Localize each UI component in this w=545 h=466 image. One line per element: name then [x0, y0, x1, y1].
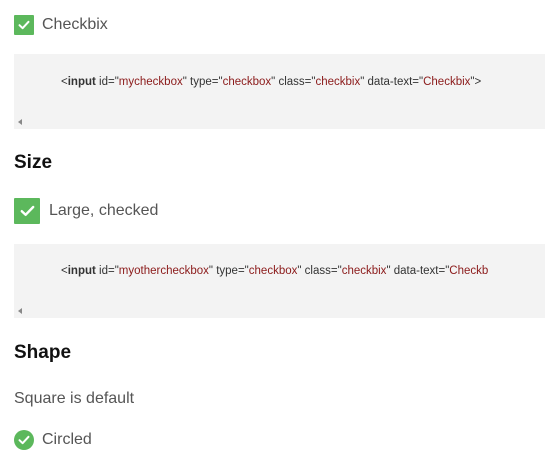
checkbox-label: Large, checked [49, 202, 159, 219]
code-block-large: <input id="myothercheckbox" type="checkb… [14, 244, 545, 318]
check-icon [20, 205, 34, 216]
code-value: checkbox [222, 76, 272, 88]
code-attr: id [99, 265, 108, 277]
code-block-checkbix: <input id="mycheckbox" type="checkbox" c… [14, 54, 545, 129]
circled-example[interactable]: Circled [14, 430, 92, 450]
code-attr: data-text [367, 76, 413, 88]
section-heading-shape: Shape [14, 342, 72, 363]
code-line: <input id="myothercheckbox" type="checkb… [61, 265, 489, 277]
checkbox-checked[interactable] [14, 15, 34, 35]
code-value: myothercheckbox [118, 265, 209, 277]
check-icon [18, 435, 30, 445]
check-icon [18, 20, 30, 30]
checkbox-large-checked[interactable] [14, 198, 40, 224]
code-attr: class [278, 76, 305, 88]
code-attr: type [216, 265, 238, 277]
code-value: checkbix [341, 265, 387, 277]
code-value: Checkb [449, 265, 489, 277]
code-close: > [474, 76, 482, 88]
shape-description: Square is default [14, 390, 135, 407]
section-heading-size: Size [14, 152, 53, 173]
scroll-left-arrow-icon[interactable] [18, 119, 22, 125]
code-attr: type [190, 76, 212, 88]
checkbox-circled-checked[interactable] [14, 430, 34, 450]
code-value: mycheckbox [118, 76, 183, 88]
code-tag: input [67, 76, 96, 88]
code-value: checkbix [315, 76, 361, 88]
code-attr: id [99, 76, 108, 88]
large-checked-example[interactable]: Large, checked [14, 198, 158, 224]
code-value: Checkbix [423, 76, 471, 88]
code-attr: class [304, 265, 331, 277]
checkbox-label: Circled [42, 431, 92, 448]
code-attr: data-text [393, 265, 439, 277]
code-tag: input [67, 265, 96, 277]
code-value: checkbox [248, 265, 298, 277]
code-line: <input id="mycheckbox" type="checkbox" c… [61, 76, 482, 88]
checkbix-example[interactable]: Checkbix [14, 15, 108, 35]
checkbox-label: Checkbix [42, 16, 108, 33]
scroll-left-arrow-icon[interactable] [18, 308, 22, 314]
